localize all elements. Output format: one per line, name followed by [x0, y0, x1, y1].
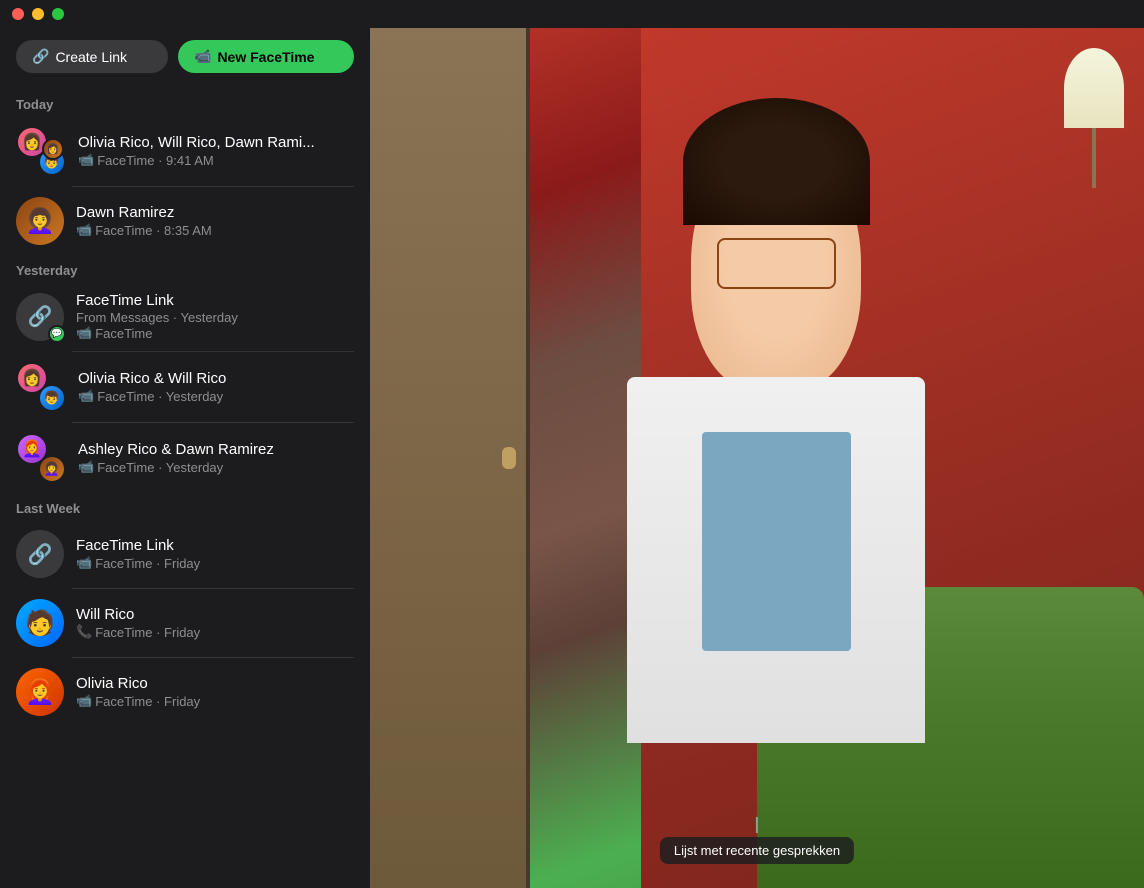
video-icon: 📹	[78, 388, 94, 404]
item-name: Ashley Rico & Dawn Ramirez	[78, 441, 354, 458]
link-icon: 🔗	[32, 48, 49, 65]
lamp-pole	[1092, 128, 1096, 188]
list-item[interactable]: 👩 👦 Olivia Rico & Will Rico 📹 FaceTime ·…	[0, 352, 370, 422]
video-icon: 📹	[76, 222, 92, 238]
person-head	[691, 136, 861, 392]
avatar-dawn: 👩‍🦱	[38, 455, 66, 483]
video-icon: 📹	[76, 693, 92, 709]
item-name: Dawn Ramirez	[76, 204, 354, 221]
avatar: 👩 👦 👩	[16, 126, 66, 176]
item-sub: 📹 FaceTime · Friday	[76, 693, 354, 709]
item-info: Ashley Rico & Dawn Ramirez 📹 FaceTime · …	[78, 441, 354, 475]
sidebar: 🔗 Create Link 📹 New FaceTime Today 👩 👦 👩	[0, 28, 370, 888]
avatar: 👩‍🦰 👩‍🦱	[16, 433, 66, 483]
video-icon: 📹	[78, 459, 94, 475]
item-sub: 📹 FaceTime · Yesterday	[78, 388, 354, 404]
item-info: FaceTime Link 📹 FaceTime · Friday	[76, 537, 354, 571]
caption-line	[756, 817, 758, 833]
maximize-button[interactable]	[52, 8, 64, 20]
list-item[interactable]: 👩‍🦱 Dawn Ramirez 📹 FaceTime · 8:35 AM	[0, 187, 370, 255]
door-element	[370, 28, 530, 888]
caption-text: Lijst met recente gesprekken	[660, 837, 854, 864]
video-background	[370, 28, 1144, 888]
item-sub: 📹 FaceTime · Yesterday	[78, 459, 354, 475]
lamp-element	[1074, 48, 1114, 168]
avatar-link: 🔗 💬	[16, 293, 64, 341]
video-icon: 📹	[78, 152, 94, 168]
person-element	[564, 114, 990, 845]
messages-icon: 💬	[51, 328, 62, 339]
item-info: FaceTime Link From Messages · Yesterday …	[76, 292, 354, 341]
list-item[interactable]: 🔗 FaceTime Link 📹 FaceTime · Friday	[0, 520, 370, 588]
item-name: FaceTime Link	[76, 537, 354, 554]
content-area: Lijst met recente gesprekken	[370, 28, 1144, 888]
minimize-button[interactable]	[32, 8, 44, 20]
avatar-will: 👦	[38, 384, 66, 412]
section-yesterday: Yesterday	[0, 255, 370, 282]
main-layout: 🔗 Create Link 📹 New FaceTime Today 👩 👦 👩	[0, 28, 1144, 888]
door-knob	[502, 447, 516, 469]
list-item[interactable]: 🔗 💬 FaceTime Link From Messages · Yester…	[0, 282, 370, 351]
video-icon: 📹	[76, 325, 92, 341]
caption-area: Lijst met recente gesprekken	[660, 817, 854, 864]
new-facetime-button[interactable]: 📹 New FaceTime	[178, 40, 354, 73]
avatar: 👩 👦	[16, 362, 66, 412]
person-glasses	[717, 238, 836, 289]
avatar: 🧑	[16, 599, 64, 647]
create-link-label: Create Link	[55, 49, 127, 65]
new-facetime-label: New FaceTime	[217, 49, 314, 65]
item-name: Olivia Rico, Will Rico, Dawn Rami...	[78, 134, 354, 151]
avatar-dawn: 👩	[42, 138, 64, 160]
list-item[interactable]: 👩‍🦰 Olivia Rico 📹 FaceTime · Friday	[0, 658, 370, 726]
section-today: Today	[0, 89, 370, 116]
messages-badge: 💬	[48, 325, 66, 343]
title-bar	[0, 0, 1144, 28]
item-name: Olivia Rico & Will Rico	[78, 370, 354, 387]
avatar: 👩‍🦱	[16, 197, 64, 245]
item-sub: 📞 FaceTime · Friday	[76, 624, 354, 640]
list-item[interactable]: 👩‍🦰 👩‍🦱 Ashley Rico & Dawn Ramirez 📹 Fac…	[0, 423, 370, 493]
phone-icon: 📞	[76, 624, 92, 640]
link-chain-icon: 🔗	[28, 542, 53, 567]
section-last-week: Last Week	[0, 493, 370, 520]
item-name: FaceTime Link	[76, 292, 354, 309]
create-link-button[interactable]: 🔗 Create Link	[16, 40, 168, 73]
item-name: Olivia Rico	[76, 675, 354, 692]
video-camera-icon: 📹	[194, 48, 211, 65]
item-info: Will Rico 📞 FaceTime · Friday	[76, 606, 354, 640]
item-info: Olivia Rico, Will Rico, Dawn Rami... 📹 F…	[78, 134, 354, 168]
shirt	[702, 432, 851, 651]
item-info: Olivia Rico 📹 FaceTime · Friday	[76, 675, 354, 709]
list-item[interactable]: 👩 👦 👩 Olivia Rico, Will Rico, Dawn Rami.…	[0, 116, 370, 186]
avatar-link: 🔗	[16, 530, 64, 578]
person-hair	[683, 98, 870, 226]
item-sub: From Messages · Yesterday	[76, 310, 354, 325]
item-name: Will Rico	[76, 606, 354, 623]
item-info: Dawn Ramirez 📹 FaceTime · 8:35 AM	[76, 204, 354, 238]
video-icon: 📹	[76, 555, 92, 571]
item-sub: 📹 FaceTime · 8:35 AM	[76, 222, 354, 238]
link-chain-icon: 🔗	[28, 304, 53, 329]
item-sub: 📹 FaceTime · 9:41 AM	[78, 152, 354, 168]
lamp-shade	[1064, 48, 1124, 128]
person-body	[627, 377, 925, 743]
avatar: 👩‍🦰	[16, 668, 64, 716]
list-item[interactable]: 🧑 Will Rico 📞 FaceTime · Friday	[0, 589, 370, 657]
item-sub: 📹 FaceTime · Friday	[76, 555, 354, 571]
item-sub-line2: 📹 FaceTime	[76, 325, 354, 341]
buttons-row: 🔗 Create Link 📹 New FaceTime	[0, 28, 370, 89]
item-info: Olivia Rico & Will Rico 📹 FaceTime · Yes…	[78, 370, 354, 404]
close-button[interactable]	[12, 8, 24, 20]
